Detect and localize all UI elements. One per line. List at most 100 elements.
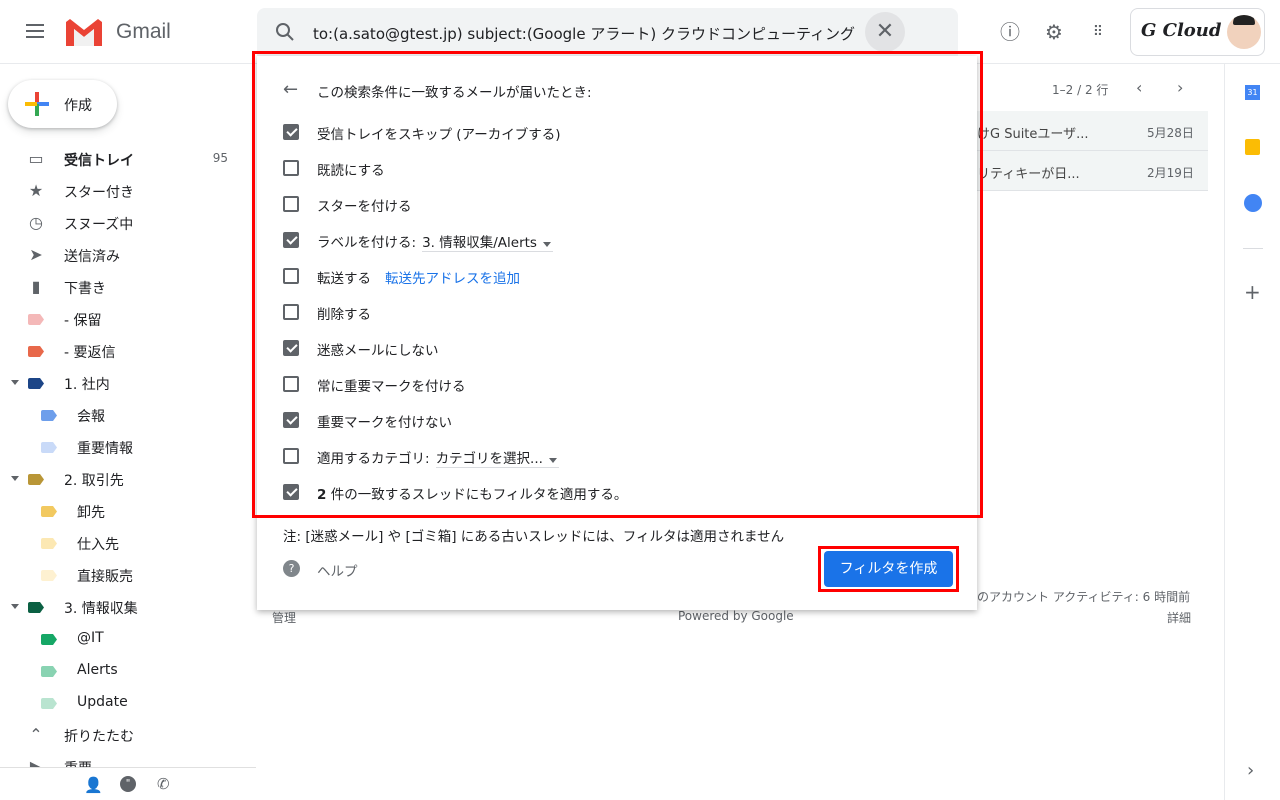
option-label: 適用するカテゴリ: [317, 451, 430, 467]
option-dropdown[interactable]: 3. 情報収集/Alerts [422, 235, 553, 252]
avatar[interactable] [1227, 15, 1261, 49]
divider [1243, 248, 1263, 249]
account-button[interactable]: G Cloud [1130, 8, 1265, 56]
checkbox[interactable] [283, 268, 299, 284]
label-tag-icon [41, 634, 57, 645]
sidebar-item[interactable]: 2. 取引先 [0, 463, 256, 495]
expand-caret-icon[interactable] [11, 476, 19, 481]
label-tag-icon [41, 506, 57, 517]
thread-count: 2 [317, 487, 327, 503]
sidebar-item[interactable]: Alerts [0, 655, 256, 687]
next-page-icon[interactable]: › [1177, 78, 1183, 97]
mail-date: 5月28日 [1147, 126, 1194, 140]
sidebar-item-label: 2. 取引先 [64, 473, 124, 489]
details-link[interactable]: 詳細 [1167, 609, 1191, 626]
clear-search-icon[interactable]: ✕ [865, 12, 905, 52]
expand-panel-icon[interactable]: › [1247, 760, 1254, 781]
sidebar-item[interactable]: ★ スター付き [0, 175, 256, 207]
powered-by: Powered by Google [678, 609, 794, 623]
sidebar-item[interactable]: ▭ 受信トレイ 95 [0, 143, 256, 175]
sidebar-item[interactable]: 仕入先 [0, 527, 256, 559]
mail-date: 2月19日 [1147, 166, 1194, 180]
apps-grid-icon[interactable]: ⠿ [1086, 20, 1110, 44]
mail-row[interactable]: けG Suiteユーザ... 5月28日 [977, 111, 1208, 151]
sidebar-item[interactable]: ➤ 送信済み [0, 239, 256, 271]
sidebar-item[interactable]: ⌃ 折りたたむ [0, 719, 256, 751]
option-text: ラベルを付ける: 3. 情報収集/Alerts [317, 231, 553, 252]
sidebar-item-label: スヌーズ中 [64, 217, 134, 233]
compose-button[interactable]: 作成 [8, 80, 117, 128]
option-label: 常に重要マークを付ける [317, 379, 466, 395]
checkbox[interactable] [283, 124, 299, 140]
contacts-icon[interactable]: 👤 [84, 776, 103, 794]
sidebar-item[interactable]: - 要返信 [0, 335, 256, 367]
compose-label: 作成 [64, 98, 92, 114]
back-arrow-icon[interactable]: ← [283, 79, 298, 100]
tasks-icon[interactable] [1244, 194, 1262, 212]
checkbox[interactable] [283, 412, 299, 428]
filter-note: 注: [迷惑メール] や [ゴミ箱] にある古いスレッドには、フィルタは適用され… [283, 529, 785, 545]
option-text: 迷惑メールにしない [317, 339, 439, 359]
sidebar-item[interactable]: Update [0, 687, 256, 719]
checkbox[interactable] [283, 376, 299, 392]
checkbox[interactable] [283, 448, 299, 464]
phone-icon[interactable]: ✆ [157, 775, 170, 793]
filter-option: 既読にする [283, 156, 943, 180]
sidebar-item[interactable]: @IT [0, 623, 256, 655]
draft-icon: ▮ [31, 277, 41, 296]
option-text: 転送する 転送先アドレスを追加 [317, 267, 520, 287]
filter-option: 常に重要マークを付ける [283, 372, 943, 396]
checkbox[interactable] [283, 232, 299, 248]
sidebar-item[interactable]: ◷ スヌーズ中 [0, 207, 256, 239]
option-text: 受信トレイをスキップ (アーカイブする) [317, 123, 561, 143]
add-addon-icon[interactable]: + [1244, 280, 1261, 304]
help-icon[interactable]: ⓘ [998, 20, 1022, 44]
pagination-range: 1–2 / 2 行 [1052, 83, 1109, 97]
sidebar-item[interactable]: 直接販売 [0, 559, 256, 591]
prev-page-icon[interactable]: ‹ [1136, 78, 1142, 97]
search-input[interactable]: to:(a.sato@gtest.jp) subject:(Google アラー… [313, 23, 855, 44]
search-bar[interactable]: to:(a.sato@gtest.jp) subject:(Google アラー… [257, 8, 958, 56]
sidebar-item[interactable]: 会報 [0, 399, 256, 431]
header: Gmail to:(a.sato@gtest.jp) subject:(Goog… [0, 0, 1280, 64]
label-tag-icon [41, 666, 57, 677]
sidebar-item-label: スター付き [64, 185, 134, 201]
filter-dialog: ← この検索条件に一致するメールが届いたとき: 受信トレイをスキップ (アーカイ… [257, 56, 977, 610]
checkbox[interactable] [283, 484, 299, 500]
sidebar-item-label: 重要情報 [77, 441, 133, 457]
sidebar-item[interactable]: 1. 社内 [0, 367, 256, 399]
sidebar-item[interactable]: - 保留 [0, 303, 256, 335]
sidebar-item[interactable]: 3. 情報収集 [0, 591, 256, 623]
keep-icon[interactable] [1245, 139, 1260, 155]
manage-link[interactable]: 管理 [272, 609, 296, 626]
create-filter-button[interactable]: フィルタを作成 [824, 551, 953, 587]
add-forward-address-link[interactable]: 転送先アドレスを追加 [385, 271, 520, 287]
main-menu-icon[interactable] [26, 24, 44, 38]
search-icon[interactable] [275, 22, 295, 42]
expand-caret-icon[interactable] [11, 604, 19, 609]
settings-gear-icon[interactable]: ⚙ [1042, 20, 1066, 44]
help-icon[interactable]: ? [283, 560, 300, 577]
mail-row[interactable]: リティキーが日... 2月19日 [977, 151, 1208, 191]
checkbox[interactable] [283, 304, 299, 320]
checkbox[interactable] [283, 160, 299, 176]
sidebar-item-label: 仕入先 [77, 537, 119, 553]
sidebar-item[interactable]: 卸先 [0, 495, 256, 527]
sidebar-item-label: 1. 社内 [64, 377, 110, 393]
label-tag-icon [28, 346, 44, 357]
sidebar-item-label: 送信済み [64, 249, 120, 265]
calendar-icon[interactable]: 31 [1245, 85, 1260, 100]
option-dropdown[interactable]: カテゴリを選択... [435, 451, 559, 468]
side-panel: 31 + › [1224, 64, 1280, 800]
checkbox[interactable] [283, 196, 299, 212]
sidebar-item[interactable]: ▮ 下書き [0, 271, 256, 303]
help-link[interactable]: ヘルプ [317, 560, 358, 580]
filter-option: 受信トレイをスキップ (アーカイブする) [283, 120, 943, 144]
sidebar-item[interactable]: 重要情報 [0, 431, 256, 463]
gmail-logo-icon[interactable] [66, 19, 102, 46]
option-label: 既読にする [317, 163, 385, 179]
checkbox[interactable] [283, 340, 299, 356]
filter-heading: この検索条件に一致するメールが届いたとき: [317, 85, 592, 101]
expand-caret-icon[interactable] [11, 380, 19, 385]
hangouts-icon[interactable]: " [120, 776, 136, 792]
